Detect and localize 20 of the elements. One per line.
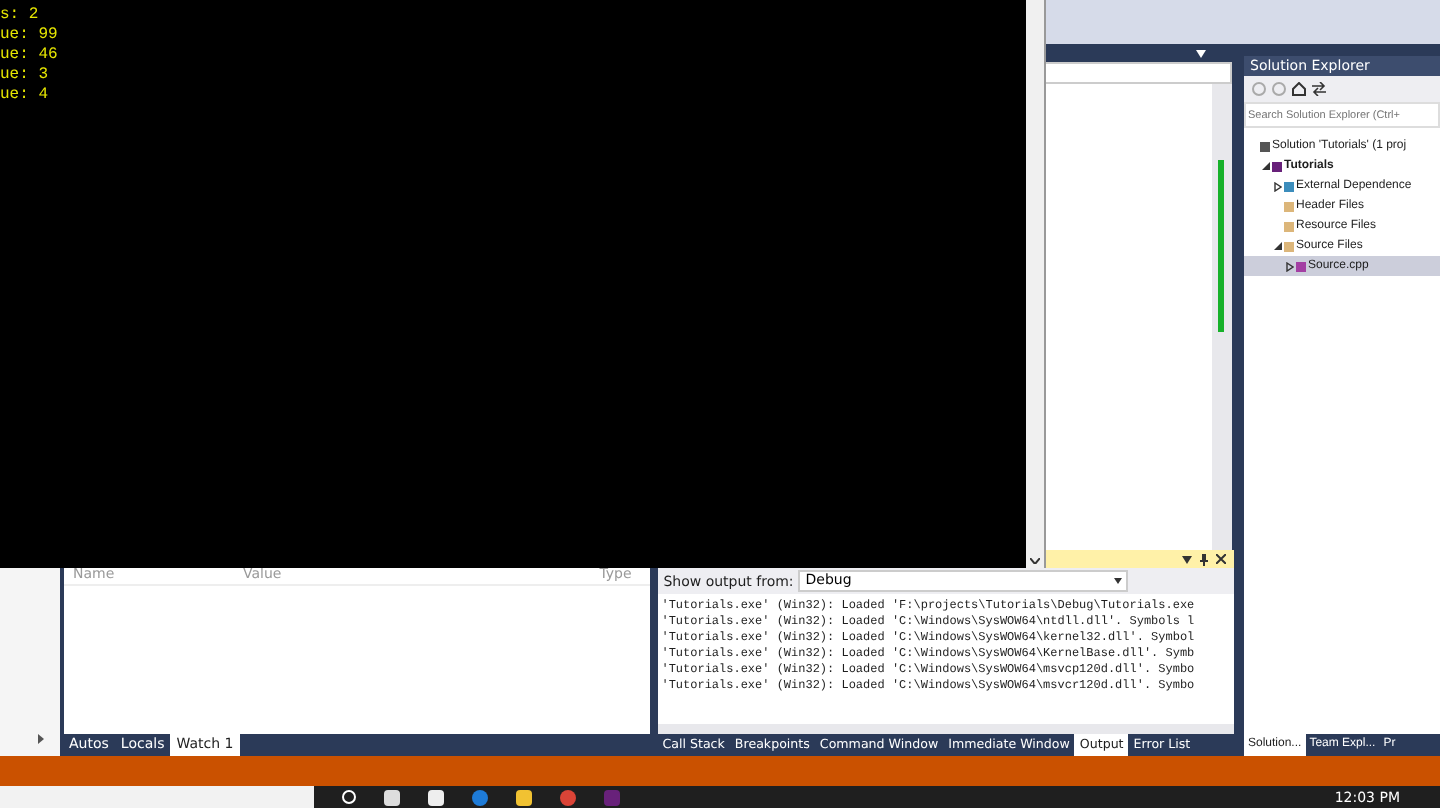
collapse-arrow-icon[interactable] (1274, 241, 1282, 251)
expand-arrow-icon[interactable] (1286, 261, 1294, 271)
search-field[interactable] (0, 786, 314, 808)
scrollbar[interactable] (657, 724, 1234, 734)
collapse-arrow-icon[interactable] (1262, 161, 1270, 171)
arrow-icon[interactable] (37, 734, 44, 744)
caret-icon[interactable] (1196, 50, 1206, 58)
scrollbar[interactable] (1212, 84, 1232, 550)
close-icon[interactable] (1216, 554, 1226, 564)
search-icon[interactable] (342, 789, 356, 803)
caret-icon[interactable] (1182, 555, 1192, 563)
expand-arrow-icon[interactable] (1274, 181, 1282, 191)
home-icon[interactable] (1292, 82, 1306, 96)
pin-icon[interactable] (1200, 553, 1208, 565)
circle-icon[interactable] (560, 789, 576, 805)
console-output: s: 2 ue: 99 ue: 46 ue: 3 ue: 4 (0, 4, 60, 108)
caret-icon[interactable] (1113, 578, 1122, 584)
sync-icon[interactable] (1312, 82, 1326, 96)
scrollbar[interactable] (1026, 0, 1044, 568)
chevron-icon[interactable] (1030, 558, 1040, 564)
